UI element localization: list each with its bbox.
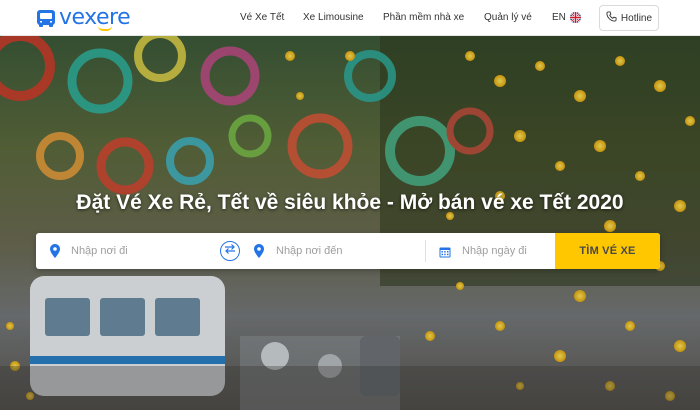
phone-icon <box>606 11 617 25</box>
bus-icon <box>36 8 56 29</box>
logo-smile-mark <box>98 26 112 31</box>
to-field[interactable] <box>254 233 406 269</box>
uk-flag-icon <box>569 12 581 23</box>
location-pin-icon <box>50 244 60 258</box>
field-divider <box>425 240 426 262</box>
date-input[interactable] <box>462 245 557 257</box>
top-header: vexere Vé Xe Tết Xe Limousine Phần mềm n… <box>0 0 700 36</box>
from-field[interactable] <box>50 233 201 269</box>
nav-item-operator-software[interactable]: Phần mềm nhà xe <box>383 0 464 36</box>
ticket-search-bar: TÌM VÉ XE <box>36 233 660 269</box>
nav-item-limousine[interactable]: Xe Limousine <box>303 0 364 36</box>
location-pin-icon <box>254 244 264 258</box>
language-switcher[interactable]: EN <box>552 12 581 23</box>
vexere-logo[interactable]: vexere <box>36 5 131 31</box>
language-label: EN <box>552 12 566 23</box>
hero-banner: Đặt Vé Xe Rẻ, Tết về siêu khỏe - Mở bán … <box>0 36 700 410</box>
calendar-icon <box>439 245 451 258</box>
to-input[interactable] <box>276 245 406 257</box>
date-field[interactable] <box>439 233 557 269</box>
hero-background-photo <box>0 36 700 410</box>
brand-name: vexere <box>59 5 131 30</box>
swap-locations-button[interactable] <box>220 241 240 261</box>
hotline-button[interactable]: Hotline <box>599 5 659 31</box>
swap-icon <box>224 242 236 260</box>
nav-item-tet-tickets[interactable]: Vé Xe Tết <box>240 0 284 36</box>
nav-item-manage-tickets[interactable]: Quản lý vé <box>484 0 532 36</box>
hotline-label: Hotline <box>620 12 653 24</box>
from-input[interactable] <box>71 245 201 257</box>
search-tickets-button[interactable]: TÌM VÉ XE <box>555 233 660 269</box>
hero-headline: Đặt Vé Xe Rẻ, Tết về siêu khỏe - Mở bán … <box>76 191 624 214</box>
